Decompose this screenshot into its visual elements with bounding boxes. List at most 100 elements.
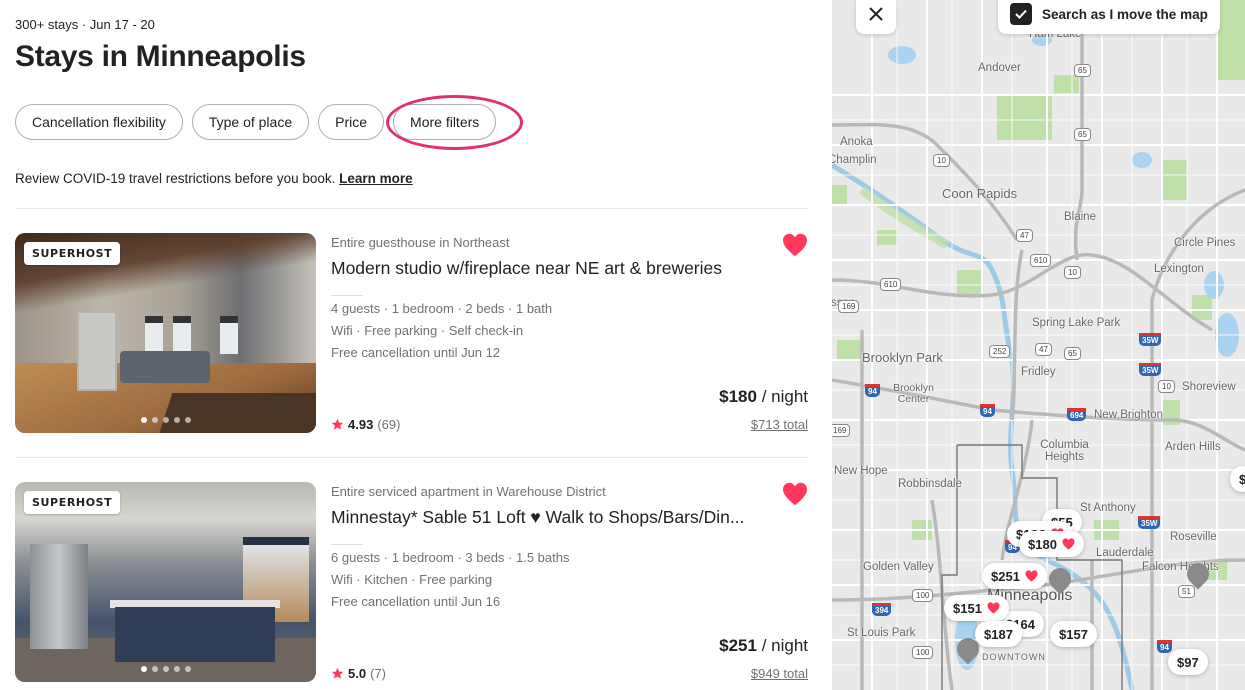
- route-shield: 100: [912, 646, 934, 659]
- price-unit: / night: [761, 387, 808, 406]
- carousel-dot[interactable]: [140, 417, 147, 423]
- map-label: St Louis Park: [847, 627, 916, 639]
- interstate-shield: 94: [865, 384, 880, 397]
- carousel-dot[interactable]: [162, 666, 169, 672]
- listing-name[interactable]: Modern studio w/fireplace near NE art & …: [331, 258, 722, 279]
- close-map-button[interactable]: [856, 0, 896, 34]
- star-icon: [331, 418, 344, 430]
- total-price-link[interactable]: $713 total: [751, 417, 808, 432]
- map-label: Spring Lake Park: [1032, 317, 1121, 329]
- route-shield: 610: [1030, 254, 1052, 267]
- map-label: Andover: [978, 62, 1021, 74]
- search-as-map-moves-toggle[interactable]: Search as I move the map: [998, 0, 1220, 34]
- favorite-heart-icon[interactable]: [782, 482, 808, 506]
- superhost-badge: SUPERHOST: [24, 242, 121, 265]
- divider: [331, 544, 363, 545]
- carousel-dot[interactable]: [151, 417, 158, 423]
- nightly-price: $180 / night: [719, 387, 808, 407]
- map[interactable]: Ham Lake Andover Anoka Champlin Coon Rap…: [832, 0, 1245, 690]
- photo-carousel-dots: [15, 666, 316, 672]
- divider: [331, 295, 363, 296]
- listing-info: Entire serviced apartment in Warehouse D…: [331, 482, 808, 682]
- map-label: St Anthony: [1080, 502, 1136, 514]
- map-label: Lauderdale: [1096, 547, 1154, 559]
- carousel-dot[interactable]: [173, 417, 180, 423]
- covid-notice: Review COVID-19 travel restrictions befo…: [15, 171, 413, 186]
- listing-cancellation: Free cancellation until Jun 12: [331, 345, 501, 360]
- carousel-dot[interactable]: [151, 666, 158, 672]
- filter-more-filters[interactable]: More filters: [393, 104, 497, 140]
- listing-card[interactable]: SUPERHOST Entire guesthouse in Northeast…: [15, 233, 808, 433]
- listing-card[interactable]: SUPERHOST Entire serviced apartment in W…: [15, 482, 808, 682]
- map-label: New Brighton: [1094, 409, 1164, 421]
- listings-pane: 300+ stays · Jun 17 - 20 Stays in Minnea…: [0, 0, 832, 690]
- route-shield: 10: [933, 154, 950, 167]
- interstate-shield: 394: [872, 603, 892, 616]
- filter-cancellation-flexibility[interactable]: Cancellation flexibility: [15, 104, 183, 140]
- price-amount: $180: [719, 387, 757, 406]
- favorite-heart-icon[interactable]: [782, 233, 808, 257]
- map-label: Shoreview: [1182, 381, 1236, 393]
- route-shield: 610: [880, 278, 902, 291]
- map-price-pin[interactable]: $157: [1050, 621, 1097, 647]
- map-label: Brooklyn Center: [893, 382, 934, 405]
- map-label: Coon Rapids: [942, 186, 1018, 201]
- map-label: Lexington: [1154, 263, 1204, 275]
- listing-info: Entire guesthouse in Northeast Modern st…: [331, 233, 808, 433]
- listing-cancellation: Free cancellation until Jun 16: [331, 594, 501, 609]
- total-price-link[interactable]: $949 total: [751, 666, 808, 681]
- map-label: Brooklyn Park: [862, 350, 943, 365]
- map-price-pin[interactable]: $97: [1168, 649, 1208, 675]
- interstate-shield: 35W: [1138, 516, 1161, 529]
- map-label: Golden Valley: [863, 561, 934, 573]
- map-label: Anoka: [840, 136, 873, 148]
- interstate-shield: 94: [1157, 640, 1172, 653]
- route-shield: 169: [832, 424, 851, 437]
- carousel-dot[interactable]: [184, 666, 191, 672]
- map-label: Blaine: [1064, 211, 1096, 223]
- route-shield: 252: [989, 345, 1011, 358]
- route-shield: 10: [1158, 380, 1175, 393]
- listing-capacity: 6 guests · 1 bedroom · 3 beds · 1.5 bath…: [331, 550, 570, 565]
- map-label: Columbia Heights: [1040, 439, 1089, 463]
- filter-type-of-place[interactable]: Type of place: [191, 104, 310, 140]
- carousel-dot[interactable]: [162, 417, 169, 423]
- map-price-pin[interactable]: $251: [982, 563, 1047, 589]
- listing-name[interactable]: Minnestay* Sable 51 Loft ♥ Walk to Shops…: [331, 507, 744, 528]
- route-shield: 65: [1064, 347, 1081, 360]
- star-icon: [331, 667, 344, 679]
- favorite-heart-icon: [1025, 570, 1038, 582]
- search-as-map-moves-checkbox[interactable]: [1010, 3, 1032, 25]
- listing-capacity: 4 guests · 1 bedroom · 2 beds · 1 bath: [331, 301, 553, 316]
- search-meta: 300+ stays · Jun 17 - 20: [15, 17, 155, 32]
- listing-photo[interactable]: SUPERHOST: [15, 482, 316, 682]
- carousel-dot[interactable]: [140, 666, 147, 672]
- route-shield: 169: [838, 300, 860, 313]
- carousel-dot[interactable]: [184, 417, 191, 423]
- filter-price[interactable]: Price: [318, 104, 385, 140]
- carousel-dot[interactable]: [173, 666, 180, 672]
- map-label: Champlin: [832, 154, 877, 166]
- map-price-pin[interactable]: $180: [1019, 531, 1084, 557]
- review-count: (7): [370, 666, 386, 681]
- route-shield: 47: [1035, 343, 1052, 356]
- divider: [15, 208, 808, 209]
- rating-score: 5.0: [348, 666, 367, 681]
- map-price-pin[interactable]: $151: [944, 595, 1009, 621]
- map-label: New Hope: [834, 465, 888, 477]
- listing-type: Entire serviced apartment in Warehouse D…: [331, 484, 606, 499]
- route-shield: 65: [1074, 64, 1091, 77]
- superhost-badge: SUPERHOST: [24, 491, 121, 514]
- rating-score: 4.93: [348, 417, 374, 432]
- close-icon: [869, 7, 883, 21]
- map-price-pin[interactable]: $187: [975, 621, 1022, 647]
- route-shield: 65: [1074, 128, 1091, 141]
- interstate-shield: 35W: [1139, 333, 1162, 346]
- listing-photo[interactable]: SUPERHOST: [15, 233, 316, 433]
- interstate-shield: 94: [980, 404, 995, 417]
- listing-rating: 5.0 (7): [331, 666, 386, 681]
- listing-rating: 4.93 (69): [331, 417, 400, 432]
- review-count: (69): [377, 417, 401, 432]
- learn-more-link[interactable]: Learn more: [339, 171, 413, 186]
- filter-bar: Cancellation flexibility Type of place P…: [15, 104, 497, 140]
